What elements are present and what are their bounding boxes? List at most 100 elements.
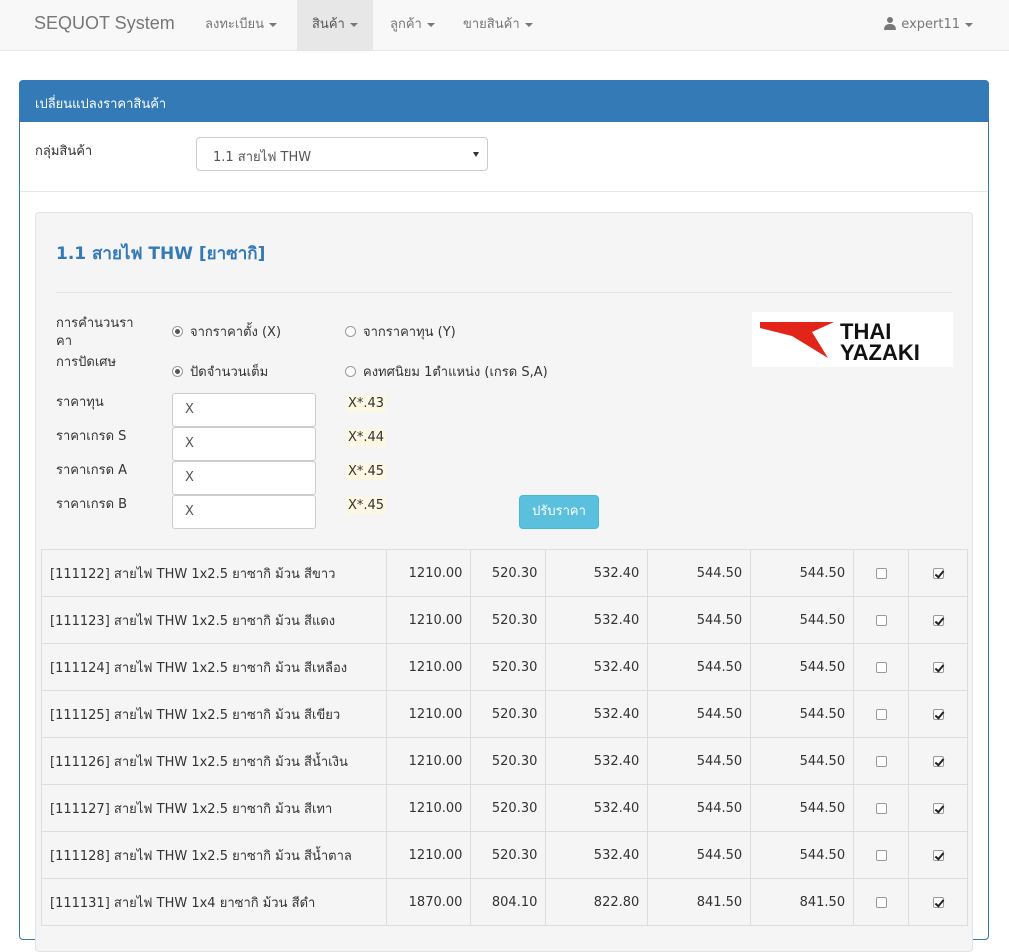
product-name-cell: [111123] สายไฟ THW 1x2.5 ยาซากิ ม้วน สีแ… bbox=[40, 596, 388, 644]
row-checkbox-2[interactable] bbox=[932, 708, 944, 720]
row-checkbox-1[interactable] bbox=[875, 802, 887, 814]
checkbox-cell bbox=[908, 784, 968, 832]
cost-price-cell: 520.30 bbox=[470, 831, 547, 879]
logo-text-yazaki: YAZAKI bbox=[840, 340, 920, 365]
chevron-down-icon bbox=[524, 22, 533, 27]
row-checkbox-2[interactable] bbox=[932, 755, 944, 767]
checkbox-cell bbox=[853, 831, 910, 879]
grade-b-price-cell: 544.50 bbox=[750, 549, 855, 597]
user-menu[interactable]: expert11 bbox=[884, 0, 973, 50]
row-checkbox-1[interactable] bbox=[875, 661, 887, 673]
grade-s-price-cell: 532.40 bbox=[545, 643, 649, 691]
nav-customers[interactable]: ลูกค้า bbox=[375, 0, 450, 50]
table-row: [111126] สายไฟ THW 1x2.5 ยาซากิ ม้วน สีน… bbox=[40, 737, 968, 785]
round-decimal-label: คงทศนิยม 1ตำแหน่ง (เกรด S,A) bbox=[363, 365, 548, 380]
calc-from-list-radio[interactable]: จากราคาตั้ง (X) bbox=[172, 323, 281, 343]
list-price-cell: 1210.00 bbox=[386, 643, 472, 691]
nav-customers-label: ลูกค้า bbox=[390, 17, 422, 32]
product-name-cell: [111131] สายไฟ THW 1x4 ยาซากิ ม้วน สีดำ bbox=[40, 878, 388, 926]
grade-b-price-cell: 544.50 bbox=[750, 643, 855, 691]
row-checkbox-1[interactable] bbox=[875, 755, 887, 767]
product-name-cell: [111125] สายไฟ THW 1x2.5 ยาซากิ ม้วน สีเ… bbox=[40, 690, 388, 738]
table-row: [111122] สายไฟ THW 1x2.5 ยาซากิ ม้วน สีข… bbox=[40, 549, 968, 597]
row-checkbox-2[interactable] bbox=[932, 802, 944, 814]
yazaki-logo-graphic: THAI YAZAKI bbox=[760, 319, 920, 365]
product-group-select[interactable]: 1.1 สายไฟ THW bbox=[196, 137, 488, 171]
grade-a-price-cell: 544.50 bbox=[647, 596, 752, 644]
cost-price-cell: 520.30 bbox=[470, 690, 547, 738]
user-name: expert11 bbox=[901, 17, 960, 32]
product-name-cell: [111128] สายไฟ THW 1x2.5 ยาซากิ ม้วน สีน… bbox=[40, 831, 388, 879]
row-checkbox-2[interactable] bbox=[932, 614, 944, 626]
list-price-cell: 1210.00 bbox=[386, 737, 472, 785]
grade-a-price-cell: 841.50 bbox=[647, 878, 752, 926]
grade-b-price-cell: 544.50 bbox=[750, 784, 855, 832]
nav-register[interactable]: ลงทะเบียน bbox=[190, 0, 292, 50]
cost-price-label: ราคาทุน bbox=[56, 395, 104, 410]
rounding-label: การปัดเศษ bbox=[56, 355, 117, 370]
row-checkbox-1[interactable] bbox=[875, 849, 887, 861]
table-row: [111124] สายไฟ THW 1x2.5 ยาซากิ ม้วน สีเ… bbox=[40, 643, 968, 691]
grade-a-formula: X*.45 bbox=[346, 463, 387, 480]
checkbox-cell bbox=[908, 549, 968, 597]
cost-price-input[interactable]: X bbox=[172, 393, 316, 427]
table-row: [111128] สายไฟ THW 1x2.5 ยาซากิ ม้วน สีน… bbox=[40, 831, 968, 879]
row-checkbox-1[interactable] bbox=[875, 567, 887, 579]
cost-price-cell: 520.30 bbox=[470, 549, 547, 597]
product-name-cell: [111126] สายไฟ THW 1x2.5 ยาซากิ ม้วน สีน… bbox=[40, 737, 388, 785]
list-price-cell: 1210.00 bbox=[386, 690, 472, 738]
chevron-down-icon bbox=[965, 22, 973, 27]
checkbox-cell bbox=[853, 690, 910, 738]
grade-s-price-cell: 532.40 bbox=[545, 690, 649, 738]
user-icon bbox=[884, 17, 897, 30]
adjust-price-button[interactable]: ปรับราคา bbox=[519, 495, 599, 529]
nav-sales-label: ขายสินค้า bbox=[463, 17, 520, 32]
thai-yazaki-logo: THAI YAZAKI bbox=[752, 312, 953, 367]
round-integer-label: ปัดจำนวนเต็ม bbox=[190, 365, 269, 380]
grade-s-price-cell: 532.40 bbox=[545, 737, 649, 785]
calc-from-cost-radio[interactable]: จากราคาทุน (Y) bbox=[345, 323, 456, 343]
nav-products-label: สินค้า bbox=[312, 17, 345, 32]
row-checkbox-2[interactable] bbox=[932, 567, 944, 579]
radio-checked-icon bbox=[172, 366, 183, 377]
nav-products[interactable]: สินค้า bbox=[297, 0, 373, 50]
grade-b-price-cell: 544.50 bbox=[750, 690, 855, 738]
grade-b-input[interactable]: X bbox=[172, 495, 316, 529]
checkbox-cell bbox=[853, 737, 910, 785]
cost-price-cell: 520.30 bbox=[470, 784, 547, 832]
checkbox-cell bbox=[908, 878, 968, 926]
checkbox-cell bbox=[853, 643, 910, 691]
table-row: [111123] สายไฟ THW 1x2.5 ยาซากิ ม้วน สีแ… bbox=[40, 596, 968, 644]
grade-a-price-cell: 544.50 bbox=[647, 831, 752, 879]
grade-s-label: ราคาเกรด S bbox=[56, 429, 127, 444]
list-price-cell: 1210.00 bbox=[386, 784, 472, 832]
brand-link[interactable]: SEQUOT System bbox=[34, 13, 175, 34]
round-decimal-radio[interactable]: คงทศนิยม 1ตำแหน่ง (เกรด S,A) bbox=[345, 363, 548, 383]
table-row: [111131] สายไฟ THW 1x4 ยาซากิ ม้วน สีดำ 1… bbox=[40, 878, 968, 926]
row-checkbox-2[interactable] bbox=[932, 661, 944, 673]
row-checkbox-1[interactable] bbox=[875, 708, 887, 720]
product-group-label: กลุ่มสินค้า bbox=[35, 144, 93, 159]
grade-s-input[interactable]: X bbox=[172, 427, 316, 461]
panel-title: เปลี่ยนแปลงราคาสินค้า bbox=[20, 81, 988, 122]
checkbox-cell bbox=[908, 737, 968, 785]
cost-price-cell: 520.30 bbox=[470, 596, 547, 644]
cost-price-cell: 804.10 bbox=[470, 878, 547, 926]
calc-from-cost-label: จากราคาทุน (Y) bbox=[363, 325, 456, 340]
product-name-cell: [111122] สายไฟ THW 1x2.5 ยาซากิ ม้วน สีข… bbox=[40, 549, 388, 597]
round-integer-radio[interactable]: ปัดจำนวนเต็ม bbox=[172, 363, 268, 383]
cost-price-cell: 520.30 bbox=[470, 737, 547, 785]
cost-price-formula: X*.43 bbox=[346, 395, 387, 412]
row-checkbox-2[interactable] bbox=[932, 849, 944, 861]
checkbox-cell bbox=[853, 549, 910, 597]
calc-method-label-2: คา bbox=[56, 334, 72, 349]
grade-s-formula: X*.44 bbox=[346, 429, 387, 446]
table-row: [111127] สายไฟ THW 1x2.5 ยาซากิ ม้วน สีเ… bbox=[40, 784, 968, 832]
row-checkbox-1[interactable] bbox=[875, 614, 887, 626]
grade-a-input[interactable]: X bbox=[172, 461, 316, 495]
top-navbar: SEQUOT System ลงทะเบียน สินค้า ลูกค้า ขา… bbox=[0, 0, 1009, 51]
cost-price-cell: 520.30 bbox=[470, 643, 547, 691]
nav-sales[interactable]: ขายสินค้า bbox=[448, 0, 548, 50]
checkbox-cell bbox=[853, 878, 910, 926]
checkbox-cell bbox=[853, 596, 910, 644]
